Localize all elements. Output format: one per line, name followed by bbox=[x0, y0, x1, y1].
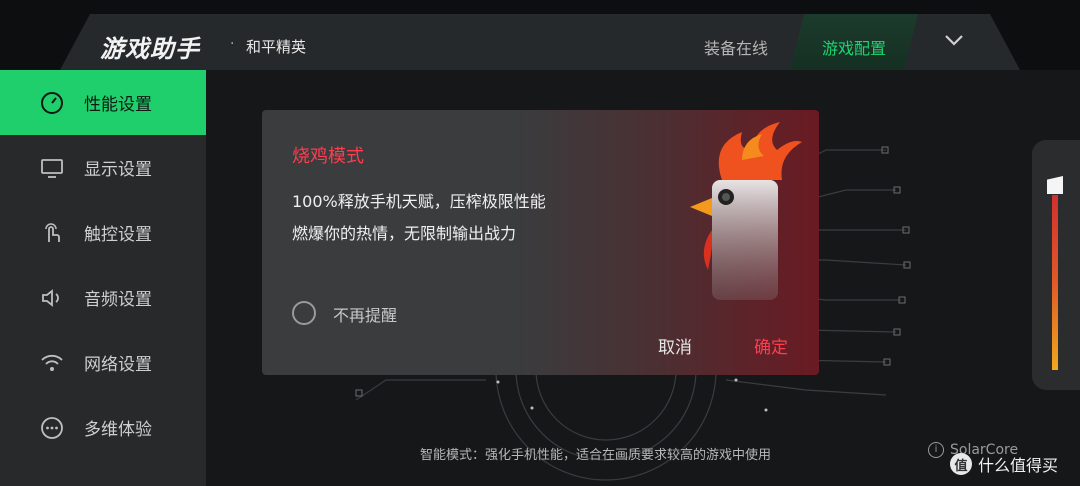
sidebar-item-touch[interactable]: 触控设置 bbox=[0, 200, 206, 265]
dont-remind-label[interactable]: 不再提醒 bbox=[333, 302, 397, 326]
info-icon: i bbox=[928, 442, 944, 458]
watermark-badge: 值 bbox=[950, 453, 972, 475]
sidebar-item-display[interactable]: 显示设置 bbox=[0, 135, 206, 200]
tab-equipment-online[interactable]: 装备在线 bbox=[704, 35, 768, 59]
monitor-icon bbox=[38, 154, 66, 182]
sidebar-item-label: 音频设置 bbox=[84, 290, 152, 310]
gauge-track[interactable] bbox=[1052, 195, 1058, 370]
sidebar-item-label: 网络设置 bbox=[84, 355, 152, 375]
sidebar-item-network[interactable]: 网络设置 bbox=[0, 330, 206, 395]
dialog-title: 烧鸡模式 bbox=[292, 146, 364, 167]
chevron-down-icon[interactable] bbox=[942, 28, 966, 52]
wifi-icon bbox=[38, 349, 66, 377]
cancel-button[interactable]: 取消 bbox=[658, 333, 692, 358]
sidebar-item-label: 触控设置 bbox=[84, 225, 152, 245]
speedometer-icon bbox=[38, 89, 66, 117]
sidebar-item-label: 多维体验 bbox=[84, 420, 152, 440]
speaker-icon bbox=[38, 284, 66, 312]
tab-game-config[interactable]: 游戏配置 bbox=[822, 35, 886, 59]
sidebar-item-multidimensional[interactable]: 多维体验 bbox=[0, 395, 206, 460]
sidebar-item-label: 性能设置 bbox=[84, 95, 152, 115]
sidebar-item-audio[interactable]: 音频设置 bbox=[0, 265, 206, 330]
top-bar: 游戏助手 · 和平精英 装备在线 游戏配置 bbox=[0, 0, 1080, 70]
dont-remind-radio[interactable] bbox=[292, 301, 316, 325]
title-separator: · bbox=[230, 36, 235, 52]
sidebar-item-performance[interactable]: 性能设置 bbox=[0, 70, 206, 135]
touch-icon bbox=[38, 219, 66, 247]
rooster-phone-illustration bbox=[690, 122, 802, 300]
confirm-button[interactable]: 确定 bbox=[754, 333, 788, 358]
more-icon bbox=[38, 414, 66, 442]
dialog-description-line1: 100%释放手机天赋，压榨极限性能 bbox=[292, 192, 546, 211]
watermark: 值 什么值得买 bbox=[950, 452, 1058, 476]
dialog-description-line2: 燃爆你的热情，无限制输出战力 bbox=[292, 224, 517, 243]
sidebar: 性能设置 显示设置 触控设置 音频设置 网络设置 多维体验 bbox=[0, 70, 206, 486]
sidebar-item-label: 显示设置 bbox=[84, 160, 152, 180]
game-name: 和平精英 bbox=[246, 38, 307, 56]
mode-description: 智能模式：强化手机性能，适合在画质要求较高的游戏中使用 bbox=[420, 448, 772, 463]
app-title: 游戏助手 bbox=[100, 35, 200, 63]
burning-mode-dialog: 烧鸡模式 100%释放手机天赋，压榨极限性能 燃爆你的热情，无限制输出战力 不再… bbox=[262, 110, 819, 375]
watermark-text: 什么值得买 bbox=[978, 456, 1059, 475]
